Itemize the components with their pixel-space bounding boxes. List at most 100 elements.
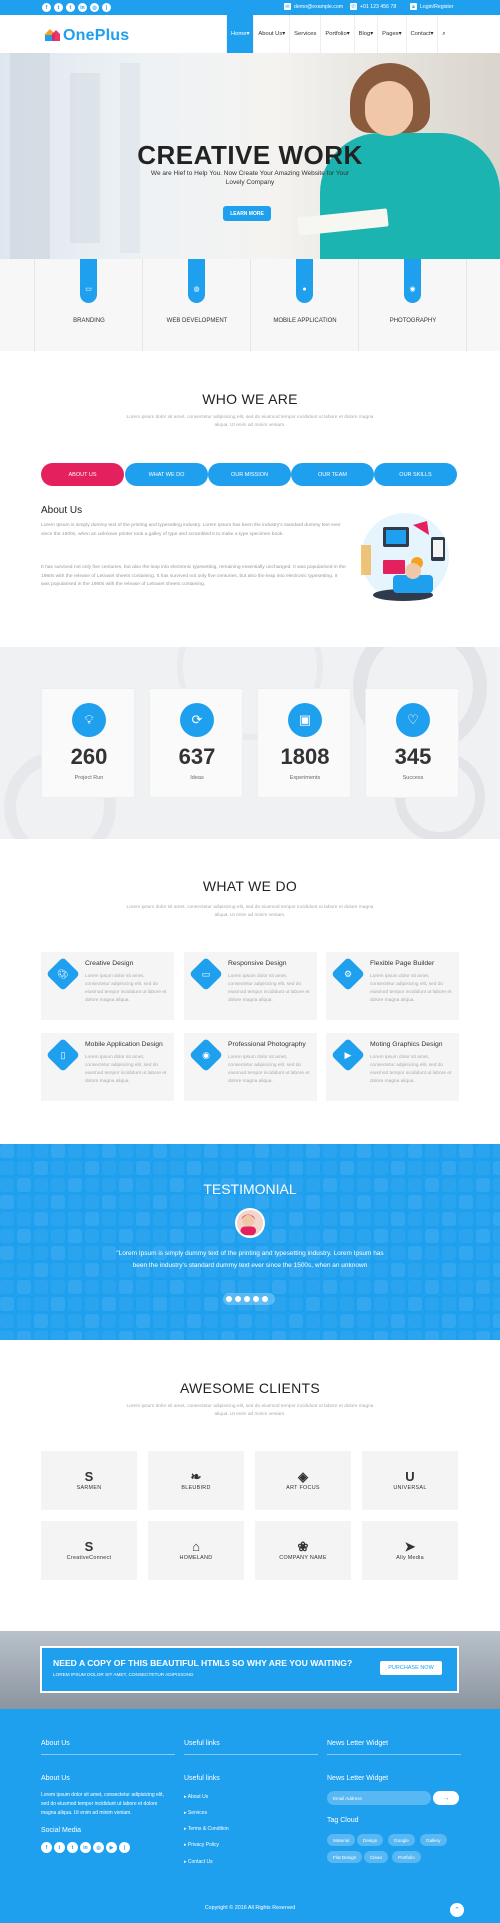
nav-blog[interactable]: Blog ▾ [353,15,378,53]
background-face-tile [459,1161,473,1175]
client-mark: ◈ [298,1469,308,1484]
nav-pages[interactable]: Pages ▾ [377,15,405,53]
carousel-dot[interactable] [253,1296,259,1302]
footer-link-terms[interactable]: ▸ Terms & Condition [184,1826,229,1832]
tab-our-team[interactable]: OUR TEAM [291,463,374,486]
background-face-tile [0,1161,14,1175]
background-face-tile [136,1229,150,1243]
counter-project-run: 💡︎ 260 Project Run [41,688,135,798]
feature-responsive-design[interactable]: ▭ Responsive Design Lorem ipsum dolor si… [184,952,317,1020]
instagram-icon[interactable]: ◎ [93,1842,104,1853]
carousel-dot[interactable] [262,1296,268,1302]
background-face-tile [17,1195,31,1209]
client-logo[interactable]: ◈ ART FOCUS [255,1451,351,1510]
client-logo[interactable]: U UNIVERSAL [362,1451,458,1510]
feature-mobile-application-design[interactable]: ▯ Mobile Application Design Lorem ipsum … [41,1033,174,1101]
footer-link-privacy[interactable]: ▸ Privacy Policy [184,1842,219,1848]
nav-portfolio[interactable]: Portfolio ▾ [320,15,353,53]
nav-contact[interactable]: Contact ▾ [405,15,438,53]
client-logo[interactable]: ⌂ HOMELAND [148,1521,244,1580]
login-text: Login/Register [420,3,454,10]
background-face-tile [442,1212,456,1226]
twitter-icon[interactable]: t [54,3,63,12]
mobile-icon: ▯ [46,1038,80,1072]
briefcase-icon: ▣ [288,703,322,737]
facebook-icon[interactable]: f [42,3,51,12]
tab-what-we-do[interactable]: WHAT WE DO [125,463,208,486]
feature-motion-graphics-design[interactable]: ▶ Moting Graphics Design Lorem ipsum dol… [326,1033,459,1101]
service-branding[interactable]: ▭ BRANDING [35,259,143,351]
rss-icon[interactable]: ) [119,1842,130,1853]
nav-about[interactable]: About Us ▾ [253,15,289,53]
service-mobile-application[interactable]: ● MOBILE APPLICATION [251,259,359,351]
feature-professional-photography[interactable]: ◉ Professional Photography Lorem ipsum d… [184,1033,317,1101]
carousel-dot[interactable] [235,1296,241,1302]
logo[interactable]: OnePlus [63,27,129,45]
client-logo[interactable]: S CreativeConnect [41,1521,137,1580]
feature-title: Mobile Application Design [85,1041,163,1048]
rss-icon[interactable]: ) [102,3,111,12]
purchase-now-button[interactable]: PURCHASE NOW [380,1661,442,1675]
feature-creative-design[interactable]: 🎨︎ Creative Design Lorem ipsum dolor sit… [41,952,174,1020]
facebook-icon[interactable]: f [41,1842,52,1853]
background-face-tile [85,1314,99,1328]
tumblr-icon[interactable]: t [66,3,75,12]
feature-flexible-page-builder[interactable]: ⚙ Flexible Page Builder Lorem ipsum dolo… [326,952,459,1020]
background-face-tile [459,1331,473,1340]
apple-icon: ● [296,259,313,303]
camera-icon: ◉ [404,259,421,303]
scroll-to-top-button[interactable]: ⌃ [450,1903,464,1917]
footer-link-label: Privacy Policy [187,1842,220,1848]
service-photography[interactable]: ◉ PHOTOGRAPHY [359,259,467,351]
client-logo[interactable]: ❧ BLEUBIRD [148,1451,244,1510]
carousel-dot[interactable] [244,1296,250,1302]
tag-material[interactable]: Material [327,1834,356,1846]
learn-more-button[interactable]: LEARN MORE [223,206,271,221]
client-logo[interactable]: S SARMEN [41,1451,137,1510]
tag-portfolio[interactable]: Portfolio [392,1851,421,1863]
tag-gallery[interactable]: Gallery [420,1834,447,1846]
twitter-icon[interactable]: t [54,1842,65,1853]
nav-portfolio-label: Portfolio [325,31,347,37]
linkedin-icon[interactable]: in [78,3,87,12]
nav-home[interactable]: Home ▾ [226,15,254,53]
nav-contact-label: Contact [410,31,431,37]
login-link[interactable]: 🔒︎ Login/Register [410,3,453,10]
newsletter-email-input[interactable]: Email Address [327,1791,431,1805]
search-icon[interactable]: ⌕ [437,15,449,53]
background-face-tile [68,1297,82,1311]
tag-clean[interactable]: Clean [364,1851,389,1863]
instagram-icon[interactable]: ◎ [90,3,99,12]
carousel-dot[interactable] [226,1296,232,1302]
linkedin-icon[interactable]: in [80,1842,91,1853]
background-face-tile [459,1314,473,1328]
top-email[interactable]: ✉ demo@example.com [284,3,343,10]
background-face-tile [119,1331,133,1340]
footer-link-about[interactable]: ▸ About Us [184,1794,208,1800]
counter-label: Experiments [289,775,321,781]
tag-google[interactable]: Google [388,1834,415,1846]
footer-link-label: Terms & Condition [187,1826,229,1832]
tab-our-mission[interactable]: OUR MISSION [208,463,291,486]
background-face-tile [238,1144,252,1158]
youtube-icon[interactable]: ▶ [106,1842,117,1853]
background-face-tile [85,1229,99,1243]
footer-link-services[interactable]: ▸ Services [184,1810,207,1816]
background-face-tile [17,1144,31,1158]
client-logo[interactable]: ❀ COMPANY NAME [255,1521,351,1580]
background-face-tile [442,1331,456,1340]
tag-design[interactable]: Design [357,1834,384,1846]
newsletter-submit-button[interactable]: → [433,1791,459,1805]
footer-link-contact[interactable]: ▸ Contact Us [184,1859,213,1865]
tab-our-skills[interactable]: OUR SKILLS [374,463,457,486]
tab-about-us[interactable]: ABOUT US [41,463,124,486]
background-face-tile [476,1297,490,1311]
service-web-development[interactable]: ◍ WEB DEVELOPMENT [143,259,251,351]
feature-title: Flexible Page Builder [370,960,435,967]
tumblr-icon[interactable]: t [67,1842,78,1853]
background-face-tile [272,1212,286,1226]
background-face-tile [136,1161,150,1175]
tag-flat-design[interactable]: Flat Design [327,1851,363,1863]
client-logo[interactable]: ➤ Ally Media [362,1521,458,1580]
nav-services[interactable]: Services [289,15,320,53]
